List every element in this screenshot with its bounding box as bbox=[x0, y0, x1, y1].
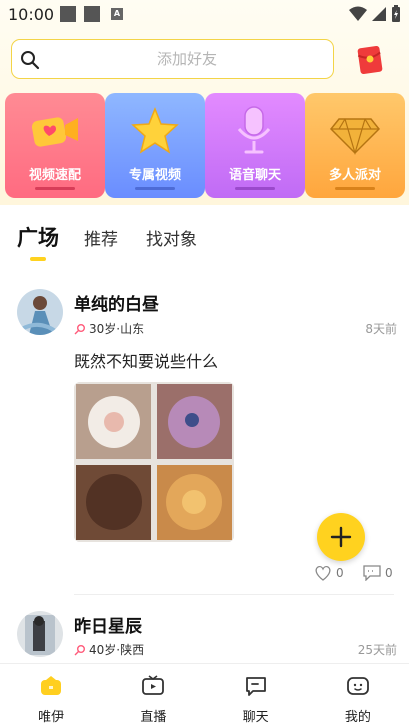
post-divider bbox=[74, 594, 394, 595]
status-bar: 10:00 A bbox=[0, 0, 409, 30]
microphone-icon bbox=[237, 106, 271, 154]
live-tv-icon bbox=[142, 675, 165, 695]
comment-icon bbox=[363, 565, 381, 581]
card-label: 语音聊天 bbox=[228, 168, 281, 183]
card-voice-chat[interactable]: 语音聊天 bbox=[205, 93, 305, 198]
video-camera-heart-icon bbox=[31, 117, 78, 147]
notification-icon bbox=[60, 6, 76, 22]
diamond-icon bbox=[329, 118, 381, 156]
nav-label: 聊天 bbox=[242, 710, 269, 725]
profile-icon bbox=[346, 677, 369, 695]
status-time: 10:00 bbox=[8, 5, 55, 24]
post-user-info: 30岁·山东 bbox=[74, 320, 144, 337]
wifi-icon bbox=[349, 6, 367, 21]
card-indicator bbox=[35, 187, 75, 190]
tab-recommend[interactable]: 推荐 bbox=[84, 225, 118, 250]
nav-live[interactable]: 直播 bbox=[102, 664, 204, 728]
post-text: 既然不知要说些什么 bbox=[74, 352, 219, 371]
red-packet-icon[interactable] bbox=[356, 45, 386, 75]
nav-label: 唯伊 bbox=[38, 710, 65, 725]
plus-icon bbox=[330, 526, 352, 548]
post-age-location: 30岁·山东 bbox=[89, 322, 145, 336]
feature-cards: 视频速配 专属视频 语音聊天 多人派对 bbox=[5, 93, 405, 198]
card-multi-party[interactable]: 多人派对 bbox=[305, 93, 405, 198]
nav-home[interactable]: 唯伊 bbox=[0, 664, 102, 728]
add-post-button[interactable] bbox=[317, 513, 365, 561]
star-icon bbox=[131, 106, 179, 154]
like-action[interactable]: 0 bbox=[314, 565, 344, 581]
nav-chat[interactable]: 聊天 bbox=[205, 664, 307, 728]
tab-active-indicator bbox=[30, 257, 46, 261]
nav-profile[interactable]: 我的 bbox=[307, 664, 409, 728]
card-indicator bbox=[235, 187, 275, 190]
search-box[interactable] bbox=[11, 39, 334, 79]
notification-a-icon: A bbox=[111, 8, 123, 20]
search-input[interactable] bbox=[52, 46, 322, 72]
avatar[interactable] bbox=[17, 611, 63, 657]
heart-icon bbox=[315, 565, 331, 581]
post-user-info: 40岁·陕西 bbox=[74, 641, 144, 658]
post-username[interactable]: 昨日星辰 bbox=[74, 612, 142, 637]
battery-icon bbox=[392, 5, 400, 22]
nav-label: 我的 bbox=[344, 710, 371, 725]
comment-action[interactable]: 0 bbox=[363, 565, 393, 581]
card-label: 视频速配 bbox=[28, 168, 81, 183]
bottom-nav: 唯伊 直播 聊天 我的 bbox=[0, 663, 409, 728]
search-icon bbox=[21, 51, 40, 70]
card-exclusive-video[interactable]: 专属视频 bbox=[105, 93, 205, 198]
notification-icon bbox=[84, 6, 100, 22]
card-video-match[interactable]: 视频速配 bbox=[5, 93, 105, 198]
comment-count: 0 bbox=[385, 566, 393, 580]
post-time: 25天前 bbox=[357, 643, 397, 657]
card-indicator bbox=[135, 187, 175, 190]
card-indicator bbox=[335, 187, 375, 190]
like-count: 0 bbox=[336, 566, 344, 580]
card-label: 多人派对 bbox=[328, 168, 381, 183]
home-icon bbox=[41, 676, 61, 695]
tab-plaza[interactable]: 广场 bbox=[17, 222, 59, 252]
post-age-location: 40岁·陕西 bbox=[89, 643, 145, 657]
chat-bubble-icon bbox=[245, 677, 266, 696]
signal-icon bbox=[372, 7, 386, 21]
post-photo[interactable] bbox=[74, 382, 234, 542]
gender-female-icon bbox=[74, 323, 85, 334]
post-username[interactable]: 单纯的白昼 bbox=[74, 290, 159, 315]
tab-find-partner[interactable]: 找对象 bbox=[146, 225, 197, 250]
card-label: 专属视频 bbox=[128, 168, 181, 183]
post-time: 8天前 bbox=[365, 322, 397, 336]
nav-label: 直播 bbox=[140, 710, 167, 725]
avatar[interactable] bbox=[17, 289, 63, 335]
gender-female-icon bbox=[74, 644, 85, 655]
